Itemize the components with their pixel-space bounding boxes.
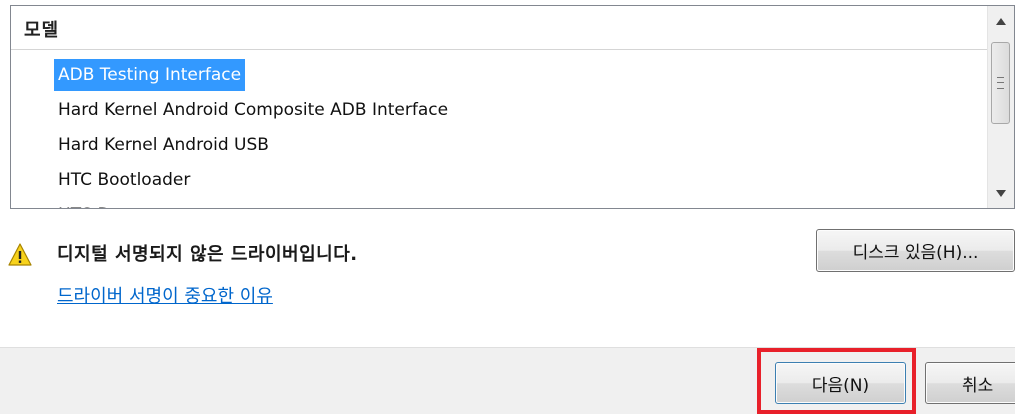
list-item-label: HTC Bootloader <box>58 170 191 190</box>
cancel-button[interactable]: 취소 <box>925 362 1015 404</box>
triangle-up-icon[interactable] <box>988 8 1014 34</box>
list-item[interactable]: Hard Kernel Android Composite ADB Interf… <box>11 93 987 128</box>
model-listbox[interactable]: 모델 ADB Testing Interface Hard Kernel And… <box>10 5 1015 209</box>
highlight-annotation <box>757 348 916 414</box>
have-disk-button[interactable]: 디스크 있음(H)... <box>816 229 1015 272</box>
driver-signing-info-link[interactable]: 드라이버 서명이 중요한 이유 <box>57 282 273 308</box>
list-column-header[interactable]: 모델 <box>11 6 987 50</box>
list-item[interactable]: HTC Dream <box>11 198 987 208</box>
list-item-label: ADB Testing Interface <box>54 59 246 91</box>
scrollbar-thumb[interactable] <box>991 42 1010 124</box>
model-column-label: 모델 <box>24 20 60 41</box>
triangle-down-icon[interactable] <box>988 180 1014 206</box>
unsigned-driver-warning: 디지털 서명되지 않은 드라이버입니다. <box>57 244 358 265</box>
vertical-scrollbar[interactable] <box>987 6 1014 208</box>
model-list-items: ADB Testing Interface Hard Kernel Androi… <box>11 58 987 208</box>
list-item[interactable]: ADB Testing Interface <box>11 58 987 93</box>
list-item-label: Hard Kernel Android USB <box>58 135 269 155</box>
list-item[interactable]: HTC Bootloader <box>11 163 987 198</box>
list-item-label: Hard Kernel Android Composite ADB Interf… <box>58 100 449 120</box>
list-item-label: HTC Dream <box>54 199 159 208</box>
grip-icon <box>997 77 1004 89</box>
warning-icon <box>8 243 32 267</box>
list-item[interactable]: Hard Kernel Android USB <box>11 128 987 163</box>
